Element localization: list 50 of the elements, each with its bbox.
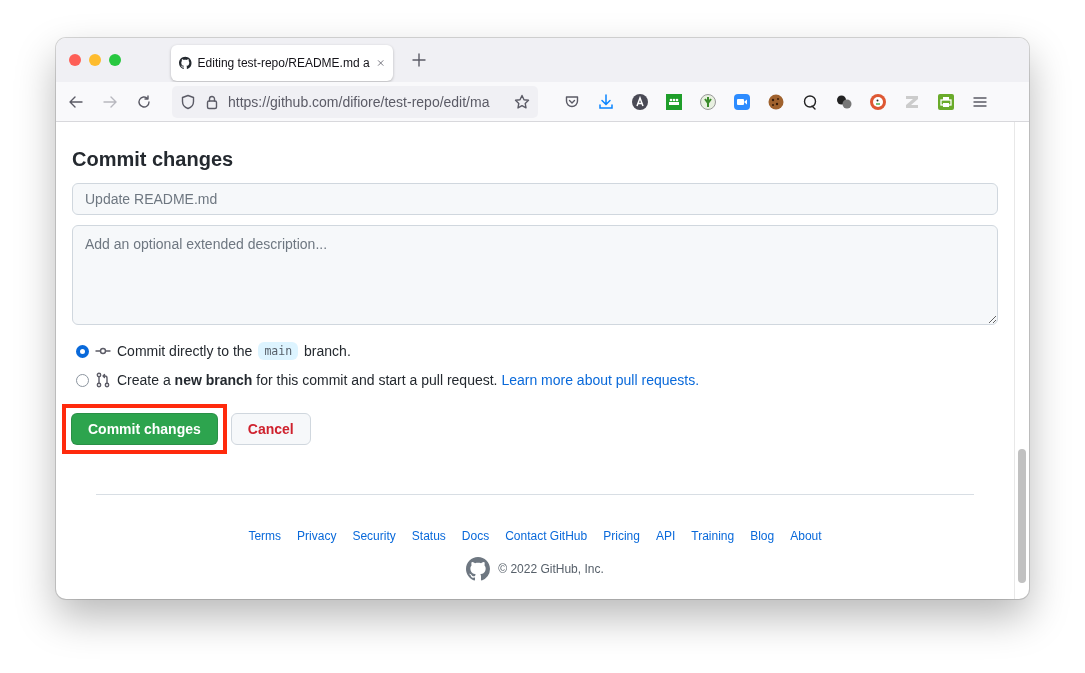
pocket-icon[interactable] <box>564 93 580 110</box>
video-camera-icon[interactable] <box>734 93 750 110</box>
footer-link[interactable]: Pricing <box>603 529 640 543</box>
magnifier-icon[interactable] <box>802 93 818 110</box>
section-heading: Commit changes <box>72 148 235 171</box>
cookie-icon[interactable] <box>768 93 784 110</box>
option-label: Create a new branch for this commit and start a pull request. Learn more about pull requests. <box>117 372 700 388</box>
description-field[interactable]: Add an optional extended description... <box>72 225 998 325</box>
printer-icon[interactable] <box>938 93 954 110</box>
footer-link[interactable]: Terms <box>248 529 282 543</box>
octocat-icon <box>466 557 491 581</box>
branch-name: main <box>258 342 299 360</box>
radio-button[interactable] <box>76 373 89 387</box>
footer-link[interactable]: Docs <box>461 529 490 543</box>
option-label: branch. <box>304 343 351 359</box>
plus-icon[interactable] <box>411 52 427 68</box>
footer-link[interactable]: Privacy <box>297 529 337 543</box>
radio-button[interactable] <box>76 344 89 358</box>
lock-icon <box>204 93 220 110</box>
learn-more-link[interactable]: Learn more about pull requests. <box>501 372 700 388</box>
cancel-button[interactable]: Cancel <box>230 413 311 445</box>
footer-link[interactable]: API <box>655 529 676 543</box>
letter-circle-icon[interactable] <box>632 93 648 110</box>
footer-link[interactable]: Training <box>691 529 735 543</box>
option-label: Commit directly to the <box>117 343 253 359</box>
reload-icon[interactable] <box>136 93 152 110</box>
shield-icon <box>180 93 196 110</box>
spheres-icon[interactable] <box>836 93 852 110</box>
close-icon[interactable] <box>375 57 385 69</box>
extension-icon[interactable] <box>666 93 682 110</box>
copyright-text: © 2022 GitHub, Inc. <box>498 562 604 576</box>
maximize-icon[interactable] <box>109 54 121 66</box>
octocat-icon <box>179 55 192 71</box>
footer-link[interactable]: Contact GitHub <box>505 529 588 543</box>
browser-tab[interactable]: Editing test-repo/README.md a <box>171 45 393 81</box>
address-bar[interactable]: https://github.com/difiore/test-repo/edit/ma <box>172 85 538 118</box>
footer-link[interactable]: About <box>790 529 822 543</box>
commit-button[interactable]: Commit changes <box>71 413 218 445</box>
duck-icon[interactable] <box>870 93 886 110</box>
footer-link[interactable]: Security <box>352 529 396 543</box>
close-icon[interactable] <box>69 54 81 66</box>
pull-request-icon <box>95 372 111 388</box>
extension-icon[interactable] <box>700 93 716 110</box>
scrollbar-thumb[interactable] <box>1018 449 1026 583</box>
footer-link[interactable]: Status <box>411 529 446 543</box>
commit-summary-field[interactable]: Update README.md <box>72 183 998 215</box>
footer-link[interactable]: Blog <box>750 529 775 543</box>
download-icon[interactable] <box>598 93 614 110</box>
star-icon[interactable] <box>514 93 530 110</box>
scrollbar[interactable] <box>1014 122 1029 599</box>
